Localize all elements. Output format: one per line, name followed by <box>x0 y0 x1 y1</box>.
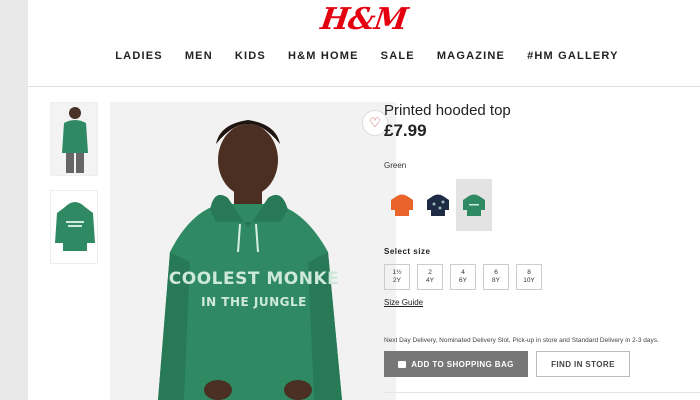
size-bottom: 6Y <box>459 277 467 284</box>
add-to-bag-label: ADD TO SHOPPING BAG <box>411 359 514 369</box>
swatch-green[interactable] <box>456 179 492 231</box>
size-top: 6 <box>494 269 498 276</box>
swatch-orange[interactable] <box>384 179 420 231</box>
add-to-bag-button[interactable]: ADD TO SHOPPING BAG <box>384 351 528 377</box>
size-options: 1½ 2Y 2 4Y 4 6Y 6 8Y 8 10Y <box>384 264 700 290</box>
swatch-navy[interactable] <box>420 179 456 231</box>
brand-logo[interactable]: H&M <box>28 2 700 37</box>
info-divider <box>384 392 700 393</box>
nav-sale[interactable]: SALE <box>370 50 426 62</box>
product-info: Printed hooded top £7.99 Green Select si… <box>384 102 700 377</box>
size-bottom: 8Y <box>492 277 500 284</box>
nav-gallery[interactable]: #HM GALLERY <box>516 50 630 62</box>
shopping-bag-icon <box>398 360 407 368</box>
size-top: 4 <box>461 269 465 276</box>
select-size-label: Select size <box>384 247 431 256</box>
delivery-info: Next Day Delivery, Nominated Delivery Sl… <box>384 337 659 344</box>
nav-men[interactable]: MEN <box>174 50 224 62</box>
thumbnail-model[interactable] <box>50 102 98 176</box>
find-in-store-label: FIND IN STORE <box>551 359 615 369</box>
nav-home[interactable]: H&M HOME <box>277 50 370 62</box>
size-option[interactable]: 1½ 2Y <box>384 264 410 290</box>
action-buttons: ADD TO SHOPPING BAG FIND IN STORE <box>384 351 700 377</box>
hoodie-print-line1: COOLEST MONKE <box>169 269 339 289</box>
color-swatches <box>384 179 700 231</box>
main-nav: LADIES MEN KIDS H&M HOME SALE MAGAZINE #… <box>28 50 700 62</box>
size-bottom: 10Y <box>523 277 535 284</box>
color-label: Green <box>384 161 407 170</box>
product-title: Printed hooded top <box>384 102 511 119</box>
heart-icon: ♡ <box>369 115 381 130</box>
size-option[interactable]: 4 6Y <box>450 264 476 290</box>
product-price: £7.99 <box>384 121 427 140</box>
header-divider <box>28 86 700 87</box>
nav-kids[interactable]: KIDS <box>224 50 277 62</box>
size-option[interactable]: 8 10Y <box>516 264 542 290</box>
size-guide-link[interactable]: Size Guide <box>384 298 423 307</box>
size-option[interactable]: 2 4Y <box>417 264 443 290</box>
nav-ladies[interactable]: LADIES <box>104 50 174 62</box>
size-option[interactable]: 6 8Y <box>483 264 509 290</box>
size-bottom: 2Y <box>393 277 401 284</box>
product-page: H&M LADIES MEN KIDS H&M HOME SALE MAGAZI… <box>28 0 700 400</box>
hoodie-print-line2: IN THE JUNGLE <box>201 295 307 309</box>
size-top: 2 <box>428 269 432 276</box>
logo-text: H&M <box>318 2 410 37</box>
size-top: 8 <box>527 269 531 276</box>
thumbnail-flat[interactable] <box>50 190 98 264</box>
thumbnail-list <box>50 102 100 278</box>
find-in-store-button[interactable]: FIND IN STORE <box>536 351 630 377</box>
size-top: 1½ <box>392 269 402 276</box>
nav-magazine[interactable]: MAGAZINE <box>426 50 516 62</box>
product-main-image[interactable]: COOLEST MONKE IN THE JUNGLE ♡ <box>110 102 396 400</box>
size-bottom: 4Y <box>426 277 434 284</box>
